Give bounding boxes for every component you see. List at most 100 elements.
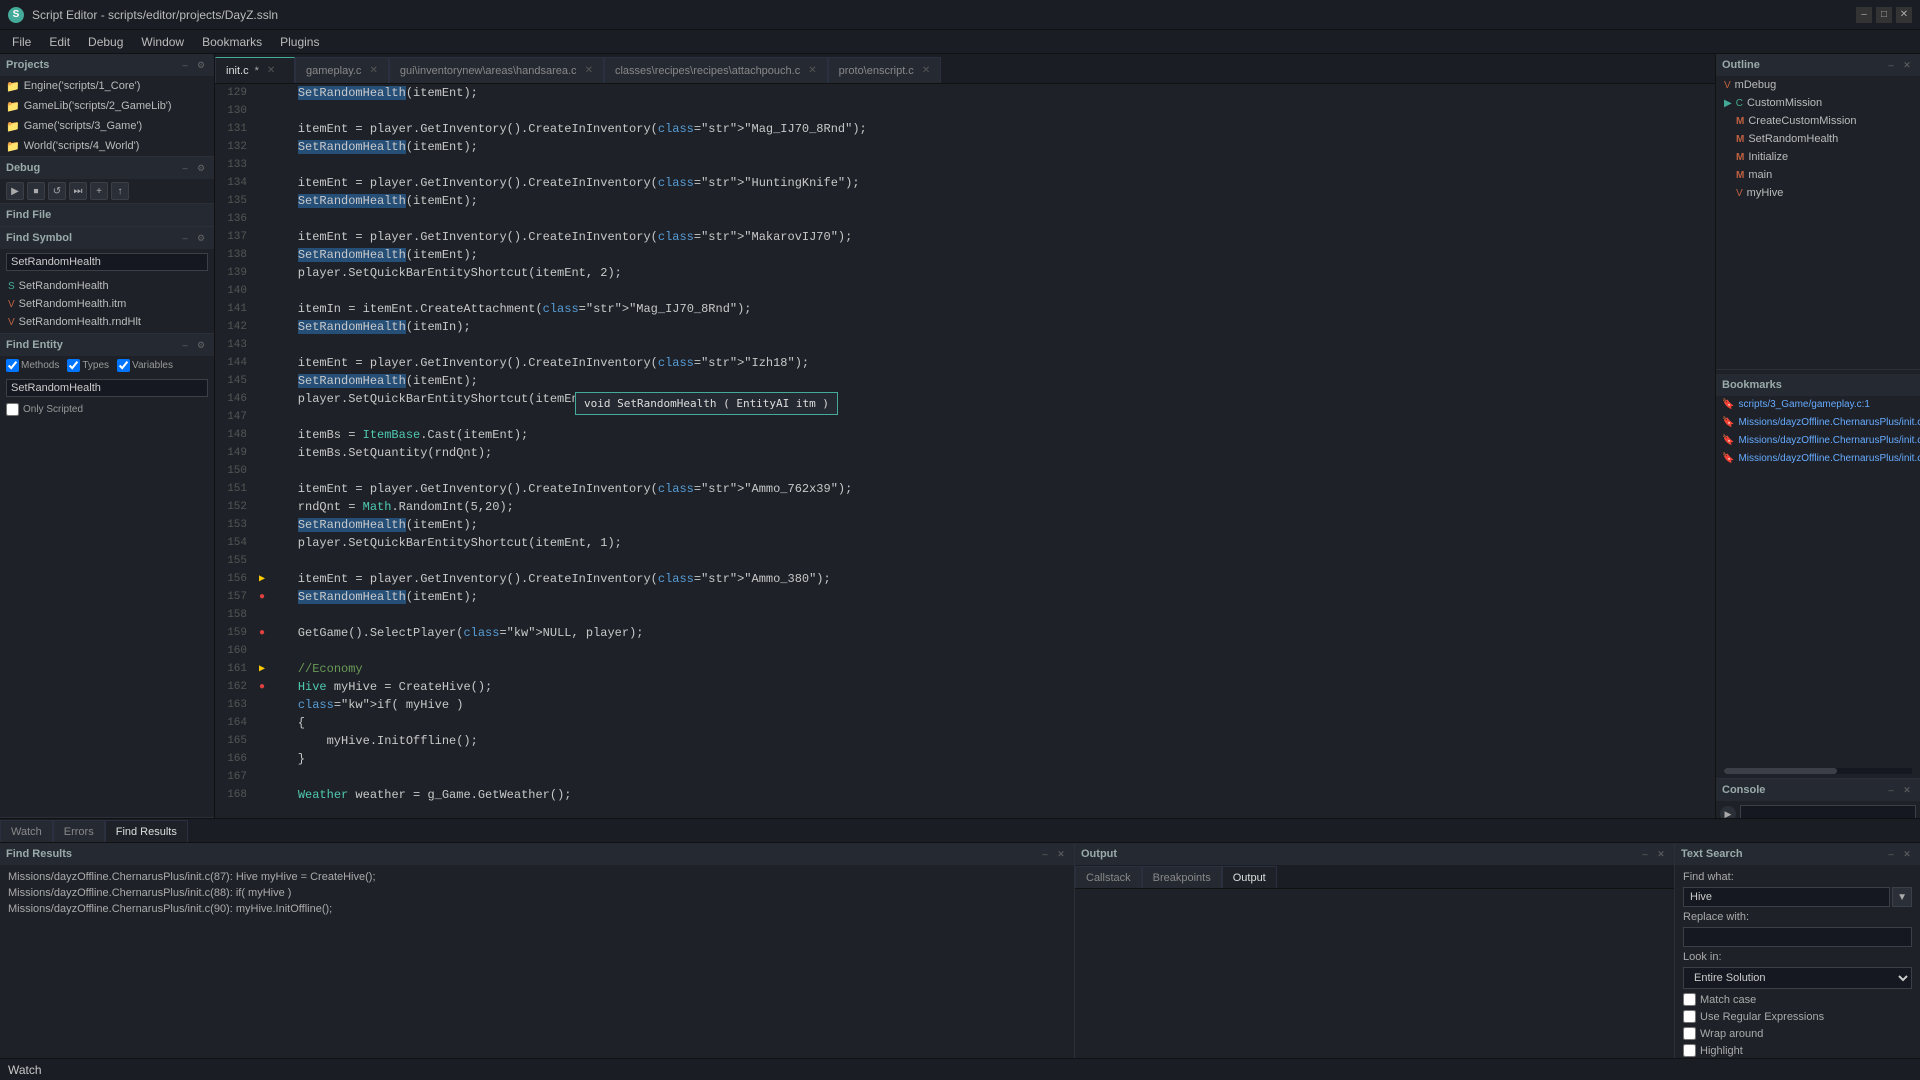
maximize-button[interactable]: □ <box>1876 7 1892 23</box>
highlight-checkbox[interactable] <box>1683 1044 1696 1057</box>
code-editor[interactable]: 129 SetRandomHealth(itemEnt);130131 item… <box>215 84 1715 818</box>
output-minimize-btn[interactable]: – <box>1638 847 1652 861</box>
outline-item-myhive[interactable]: V myHive <box>1716 184 1920 202</box>
right-panel-scrollbar[interactable] <box>1724 768 1912 774</box>
match-case-label[interactable]: Match case <box>1683 993 1756 1006</box>
find-symbol-minimize-btn[interactable]: – <box>178 231 192 245</box>
check-types-input[interactable] <box>67 359 80 372</box>
debug-stop-btn[interactable]: ⏹ <box>27 182 45 200</box>
tab-handsarea[interactable]: gui\inventorynew\areas\handsarea.c ✕ <box>389 57 604 83</box>
debug-add-btn[interactable]: + <box>90 182 108 200</box>
bottom-tab-watch[interactable]: Watch <box>0 820 53 842</box>
bottom-tab-errors[interactable]: Errors <box>53 820 105 842</box>
bookmark-item-1[interactable]: 🔖 Missions/dayzOffline.ChernarusPlus/ini… <box>1716 414 1920 432</box>
tab-attachpouch[interactable]: classes\recipes\recipes\attachpouch.c ✕ <box>604 57 828 83</box>
tab-enscript[interactable]: proto\enscript.c ✕ <box>828 57 942 83</box>
wrap-around-label[interactable]: Wrap around <box>1683 1027 1763 1040</box>
tab-init[interactable]: init.c * ✕ <box>215 57 295 83</box>
menu-edit[interactable]: Edit <box>41 33 78 51</box>
bookmark-item-0[interactable]: 🔖 scripts/3_Game/gameplay.c:1 <box>1716 396 1920 414</box>
bookmark-item-3[interactable]: 🔖 Missions/dayzOffline.ChernarusPlus/ini… <box>1716 450 1920 468</box>
code-line: 168 Weather weather = g_Game.GetWeather(… <box>215 786 1715 804</box>
menu-window[interactable]: Window <box>133 33 192 51</box>
tab-close-gameplay[interactable]: ✕ <box>369 65 377 76</box>
console-minimize-btn[interactable]: – <box>1884 783 1898 797</box>
debug-restart-btn[interactable]: ↺ <box>48 182 66 200</box>
text-search-minimize-btn[interactable]: – <box>1884 847 1898 861</box>
wrap-around-checkbox[interactable] <box>1683 1027 1696 1040</box>
tab-gameplay[interactable]: gameplay.c ✕ <box>295 57 389 83</box>
find-symbol-item-0[interactable]: S SetRandomHealth <box>0 277 214 295</box>
tree-item-gamelib[interactable]: 📁 GameLib('scripts/2_GameLib') <box>0 96 214 116</box>
debug-up-btn[interactable]: ↑ <box>111 182 129 200</box>
console-input[interactable] <box>1740 805 1916 818</box>
output-tab-output[interactable]: Output <box>1222 866 1277 888</box>
find-symbol-item-1[interactable]: V SetRandomHealth.itm <box>0 295 214 313</box>
find-symbol-settings-btn[interactable]: ⚙ <box>194 231 208 245</box>
outline-item-mdebug[interactable]: V mDebug <box>1716 76 1920 94</box>
left-panel: Projects – ⚙ 📁 Engine('scripts/1_Core') … <box>0 54 215 818</box>
tab-close-attachpouch[interactable]: ✕ <box>808 65 816 76</box>
find-entity-settings-btn[interactable]: ⚙ <box>194 338 208 352</box>
check-methods-input[interactable] <box>6 359 19 372</box>
result-item-2[interactable]: Missions/dayzOffline.ChernarusPlus/init.… <box>8 901 1066 917</box>
look-in-select[interactable]: Entire Solution <box>1683 967 1912 989</box>
debug-play-btn[interactable]: ▶ <box>6 182 24 200</box>
debug-minimize-btn[interactable]: – <box>178 161 192 175</box>
output-tab-breakpoints[interactable]: Breakpoints <box>1142 866 1222 888</box>
outline-minimize-btn[interactable]: – <box>1884 58 1898 72</box>
match-case-checkbox[interactable] <box>1683 993 1696 1006</box>
tree-item-game[interactable]: 📁 Game('scripts/3_Game') <box>0 116 214 136</box>
console-run-btn[interactable]: ▶ <box>1720 806 1736 818</box>
check-types[interactable]: Types <box>67 359 109 372</box>
menu-debug[interactable]: Debug <box>80 33 131 51</box>
minimize-button[interactable]: – <box>1856 7 1872 23</box>
outline-item-custommission[interactable]: ▶ C CustomMission <box>1716 94 1920 112</box>
check-variables[interactable]: Variables <box>117 359 173 372</box>
replace-with-input[interactable] <box>1683 927 1912 947</box>
check-variables-input[interactable] <box>117 359 130 372</box>
find-what-dropdown[interactable]: ▼ <box>1892 887 1912 907</box>
find-entity-input[interactable] <box>6 379 208 397</box>
find-entity-minimize-btn[interactable]: – <box>178 338 192 352</box>
debug-step-btn[interactable]: ⏭ <box>69 182 87 200</box>
bottom-tab-find-results[interactable]: Find Results <box>105 820 188 842</box>
highlight-label[interactable]: Highlight <box>1683 1044 1743 1057</box>
use-regex-label[interactable]: Use Regular Expressions <box>1683 1010 1824 1023</box>
result-item-1[interactable]: Missions/dayzOffline.ChernarusPlus/init.… <box>8 885 1066 901</box>
output-settings-btn[interactable]: ✕ <box>1654 847 1668 861</box>
check-methods[interactable]: Methods <box>6 359 59 372</box>
output-tab-callstack[interactable]: Callstack <box>1075 866 1142 888</box>
menu-bookmarks[interactable]: Bookmarks <box>194 33 270 51</box>
line-number: 151 <box>215 483 255 495</box>
projects-settings-btn[interactable]: ⚙ <box>194 58 208 72</box>
outline-item-createcustommission[interactable]: M CreateCustomMission <box>1716 112 1920 130</box>
use-regex-checkbox[interactable] <box>1683 1010 1696 1023</box>
console-settings-btn[interactable]: ✕ <box>1900 783 1914 797</box>
result-item-0[interactable]: Missions/dayzOffline.ChernarusPlus/init.… <box>8 869 1066 885</box>
bookmark-item-2[interactable]: 🔖 Missions/dayzOffline.ChernarusPlus/ini… <box>1716 432 1920 450</box>
code-line: 141 itemIn = itemEnt.CreateAttachment(cl… <box>215 300 1715 318</box>
find-symbol-input[interactable] <box>6 253 208 271</box>
outline-item-setrandomhealth[interactable]: M SetRandomHealth <box>1716 130 1920 148</box>
tab-close-init[interactable]: ✕ <box>267 65 275 76</box>
outline-settings-btn[interactable]: ✕ <box>1900 58 1914 72</box>
find-results-minimize-btn[interactable]: – <box>1038 847 1052 861</box>
outline-item-initialize[interactable]: M Initialize <box>1716 148 1920 166</box>
menu-file[interactable]: File <box>4 33 39 51</box>
find-results-settings-btn[interactable]: ✕ <box>1054 847 1068 861</box>
outline-item-main[interactable]: M main <box>1716 166 1920 184</box>
line-number: 139 <box>215 267 255 279</box>
projects-minimize-btn[interactable]: – <box>178 58 192 72</box>
find-what-input[interactable] <box>1683 887 1890 907</box>
debug-settings-btn[interactable]: ⚙ <box>194 161 208 175</box>
text-search-settings-btn[interactable]: ✕ <box>1900 847 1914 861</box>
tab-close-handsarea[interactable]: ✕ <box>585 65 593 76</box>
close-button[interactable]: ✕ <box>1896 7 1912 23</box>
tab-close-enscript[interactable]: ✕ <box>922 65 930 76</box>
tree-item-engine[interactable]: 📁 Engine('scripts/1_Core') <box>0 76 214 96</box>
only-scripted-checkbox[interactable] <box>6 403 19 416</box>
tree-item-world[interactable]: 📁 World('scripts/4_World') <box>0 136 214 156</box>
find-symbol-item-2[interactable]: V SetRandomHealth.rndHlt <box>0 313 214 331</box>
menu-plugins[interactable]: Plugins <box>272 33 327 51</box>
